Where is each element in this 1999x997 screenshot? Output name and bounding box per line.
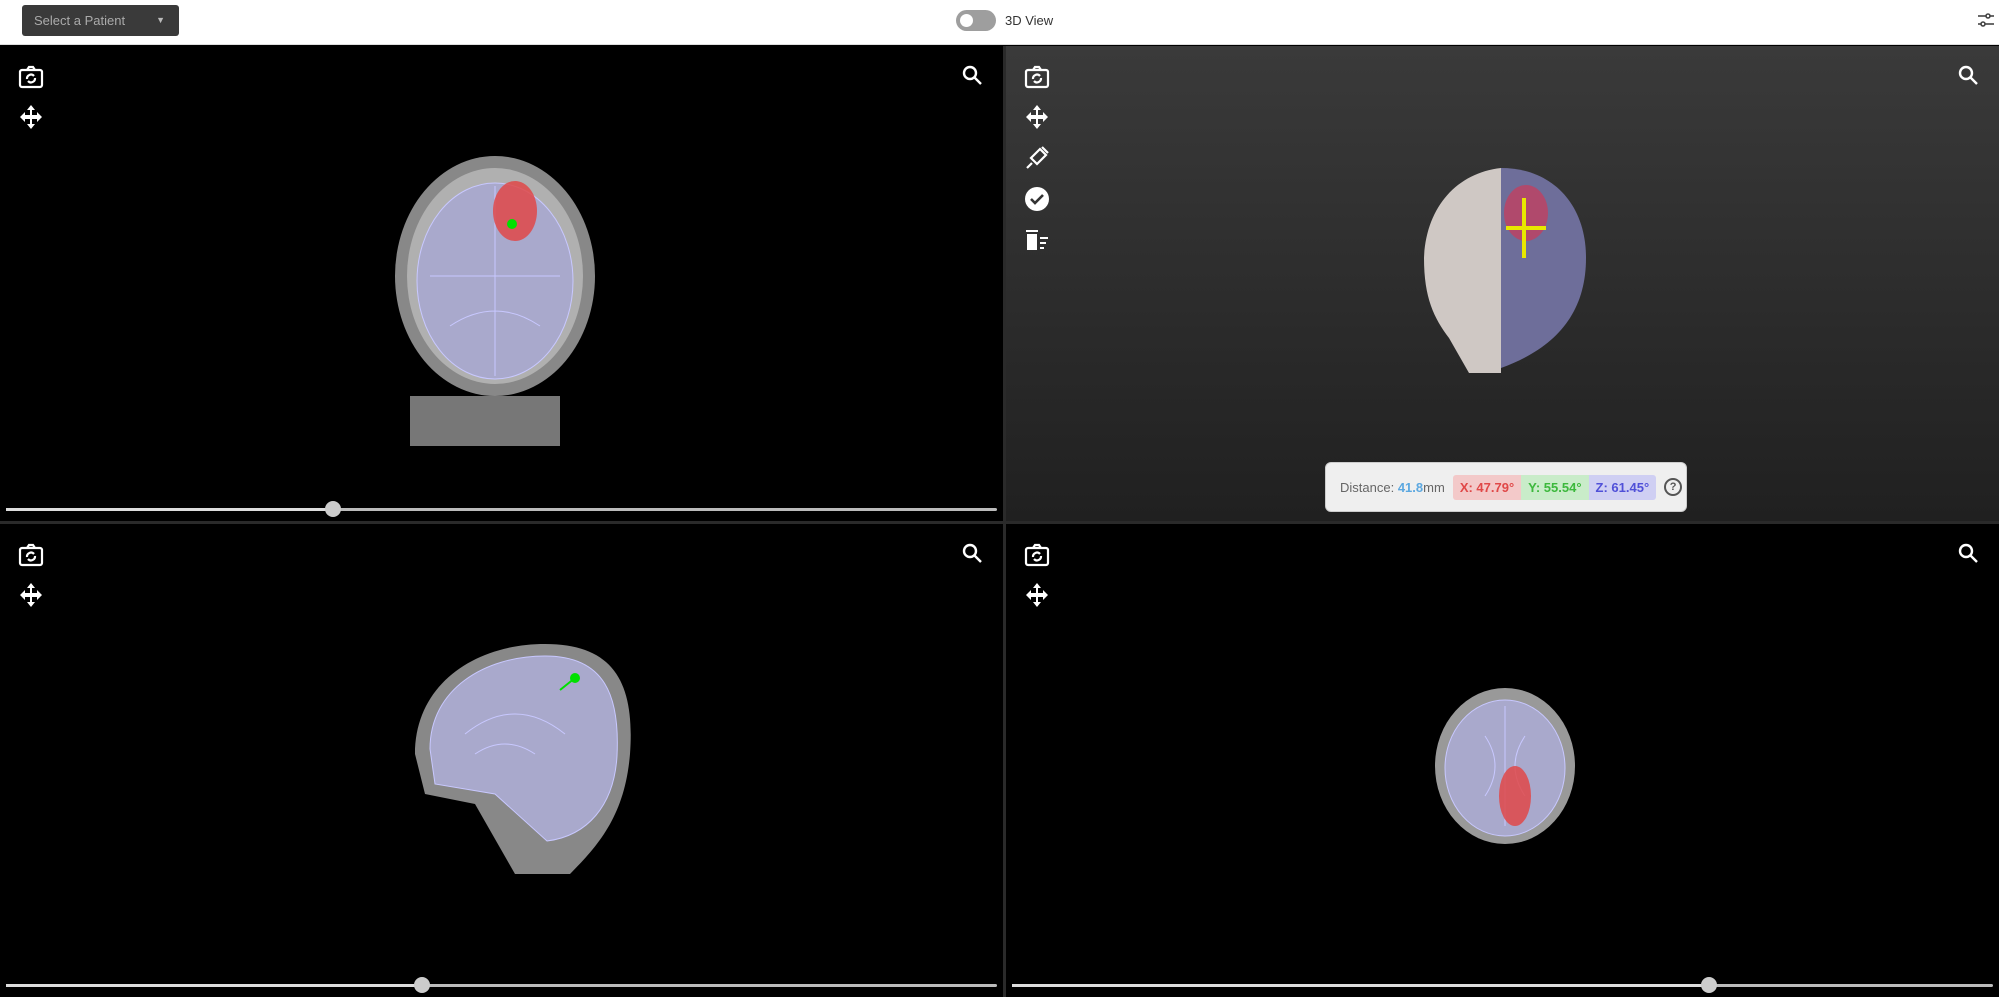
3d-view-label: 3D View [1005, 13, 1054, 28]
reset-camera-icon[interactable] [1024, 542, 1050, 568]
z-angle-badge: Z: 61.45° [1588, 474, 1657, 500]
distance-label: Distance: [1340, 479, 1395, 495]
pan-move-icon[interactable] [18, 582, 44, 608]
coronal-slice-slider[interactable] [6, 501, 997, 517]
chevron-down-icon: ▼ [156, 15, 165, 25]
reset-camera-icon[interactable] [1024, 64, 1050, 90]
sagittal-ct-image [415, 644, 631, 874]
distance-value: 41.8 [1397, 479, 1424, 495]
coronal-ct-image [395, 156, 595, 446]
y-angle-badge: Y: 55.54° [1521, 474, 1589, 500]
axial-ct-image [1435, 688, 1575, 844]
top-bar: Select a Patient ▼ 3D View [0, 0, 1999, 45]
delete-list-icon[interactable] [1024, 227, 1050, 253]
axial-slice-slider[interactable] [1012, 977, 1993, 993]
settings-sliders-icon[interactable] [1976, 10, 1996, 30]
axial-viewport[interactable] [1006, 524, 1999, 997]
zoom-search-icon[interactable] [961, 64, 983, 86]
3d-view-toggle[interactable] [956, 10, 996, 31]
patient-select[interactable]: Select a Patient ▼ [22, 5, 179, 36]
pan-move-icon[interactable] [1024, 582, 1050, 608]
syringe-trajectory-icon[interactable] [1024, 145, 1050, 171]
slider-handle[interactable] [1700, 977, 1717, 993]
patient-select-label: Select a Patient [34, 13, 126, 28]
slider-handle[interactable] [325, 501, 342, 517]
viewport-divider-horizontal [0, 521, 1999, 524]
sagittal-slice-slider[interactable] [6, 977, 997, 993]
pan-move-icon[interactable] [18, 104, 44, 130]
slider-handle[interactable] [414, 977, 431, 993]
3d-viewport[interactable]: Distance: 41.8 mm X: 47.79° Y: 55.54° Z: 61… [1006, 46, 1999, 521]
reset-camera-icon[interactable] [18, 64, 44, 90]
help-icon[interactable]: ? [1664, 478, 1683, 496]
sagittal-viewport[interactable] [0, 524, 1003, 997]
confirm-check-icon[interactable] [1024, 186, 1050, 212]
zoom-search-icon[interactable] [1957, 542, 1979, 564]
3d-head-render [1424, 168, 1586, 373]
zoom-search-icon[interactable] [961, 542, 983, 564]
reset-camera-icon[interactable] [18, 542, 44, 568]
x-angle-badge: X: 47.79° [1452, 474, 1522, 500]
distance-unit: mm [1423, 479, 1445, 495]
coronal-viewport[interactable] [0, 46, 1003, 521]
pan-move-icon[interactable] [1024, 104, 1050, 130]
measurement-panel: Distance: 41.8 mm X: 47.79° Y: 55.54° Z: 61… [1325, 462, 1687, 512]
zoom-search-icon[interactable] [1957, 64, 1979, 86]
